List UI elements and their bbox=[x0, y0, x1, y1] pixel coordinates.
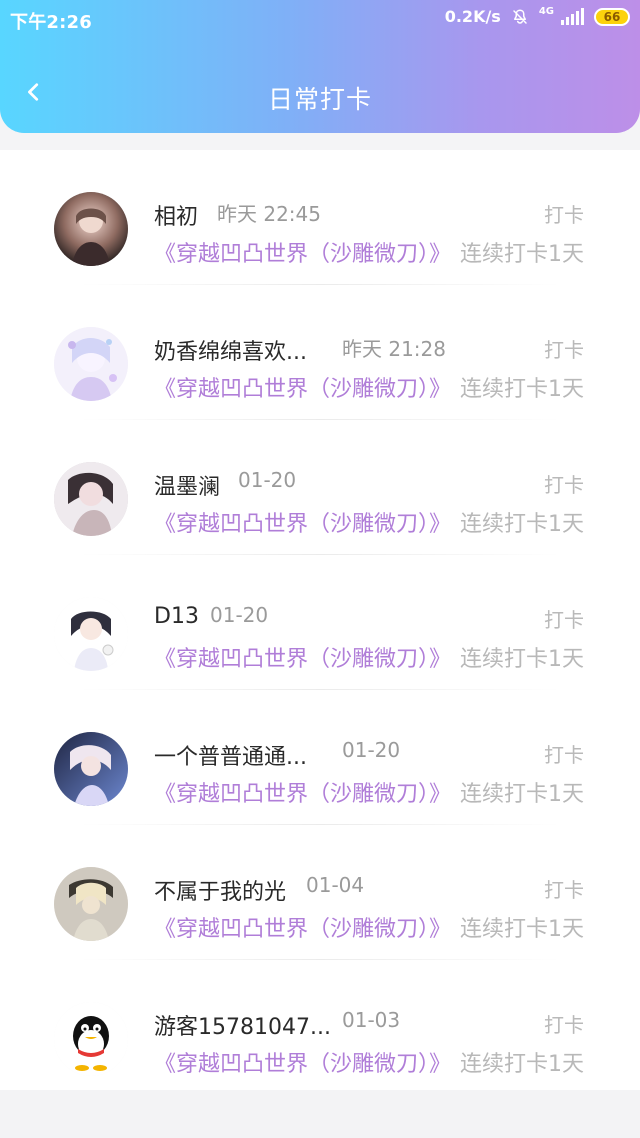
streak-text: 连续打卡1天 bbox=[460, 1052, 584, 1077]
status-bar: 下午2:26 0.2K/s 4G 66 bbox=[0, 0, 640, 42]
user-name: D13 bbox=[154, 604, 199, 629]
checkin-row[interactable]: 一个普普通通... 01-20 打卡 《穿越凹凸世界（沙雕微刀）》 连续打卡1天 bbox=[0, 690, 640, 825]
signal-icon bbox=[560, 7, 584, 26]
user-name: 游客15781047... bbox=[154, 1015, 331, 1040]
checkin-time: 昨天 22:45 bbox=[217, 202, 321, 226]
book-title[interactable]: 《穿越凹凸世界（沙雕微刀）》 bbox=[154, 776, 451, 808]
avatar[interactable] bbox=[54, 462, 128, 536]
checkin-row[interactable]: 奶香绵绵喜欢... 昨天 21:28 打卡 《穿越凹凸世界（沙雕微刀）》 连续打… bbox=[0, 285, 640, 420]
checkin-action: 打卡 bbox=[544, 743, 584, 767]
checkin-time: 01-20 bbox=[238, 468, 297, 492]
status-time: 下午2:26 bbox=[10, 12, 92, 33]
checkin-list: 相初 昨天 22:45 打卡 《穿越凹凸世界（沙雕微刀）》 连续打卡1天 奶香绵… bbox=[0, 150, 640, 1090]
streak-text: 连续打卡1天 bbox=[460, 377, 584, 402]
checkin-action: 打卡 bbox=[544, 878, 584, 902]
avatar[interactable] bbox=[54, 1002, 128, 1076]
checkin-row[interactable]: 不属于我的光 01-04 打卡 《穿越凹凸世界（沙雕微刀）》 连续打卡1天 bbox=[0, 825, 640, 960]
network-speed: 0.2K/s bbox=[444, 7, 501, 26]
user-name: 不属于我的光 bbox=[154, 880, 287, 905]
bell-off-icon bbox=[511, 8, 529, 26]
book-title[interactable]: 《穿越凹凸世界（沙雕微刀）》 bbox=[154, 506, 451, 538]
status-right: 0.2K/s 4G 66 bbox=[444, 6, 630, 26]
user-name: 温墨澜 bbox=[154, 475, 221, 500]
checkin-action: 打卡 bbox=[544, 473, 584, 497]
avatar[interactable] bbox=[54, 192, 128, 266]
checkin-action: 打卡 bbox=[544, 1013, 584, 1037]
bottom-strip bbox=[0, 1090, 640, 1138]
book-title[interactable]: 《穿越凹凸世界（沙雕微刀）》 bbox=[154, 1046, 451, 1078]
avatar[interactable] bbox=[54, 867, 128, 941]
battery-level: 66 bbox=[603, 9, 621, 24]
checkin-row[interactable]: 相初 昨天 22:45 打卡 《穿越凹凸世界（沙雕微刀）》 连续打卡1天 bbox=[0, 150, 640, 285]
user-name: 一个普普通通... bbox=[154, 745, 307, 770]
user-name: 相初 bbox=[154, 205, 199, 230]
checkin-time: 01-20 bbox=[210, 603, 269, 627]
streak-text: 连续打卡1天 bbox=[460, 647, 584, 672]
book-title[interactable]: 《穿越凹凸世界（沙雕微刀）》 bbox=[154, 371, 451, 403]
network-label: 4G bbox=[538, 6, 554, 17]
streak-text: 连续打卡1天 bbox=[460, 782, 584, 807]
checkin-row[interactable]: 游客15781047... 01-03 打卡 《穿越凹凸世界（沙雕微刀）》 连续… bbox=[0, 960, 640, 1095]
checkin-row[interactable]: D13 01-20 打卡 《穿越凹凸世界（沙雕微刀）》 连续打卡1天 bbox=[0, 555, 640, 690]
book-title[interactable]: 《穿越凹凸世界（沙雕微刀）》 bbox=[154, 236, 451, 268]
avatar[interactable] bbox=[54, 327, 128, 401]
avatar[interactable] bbox=[54, 732, 128, 806]
streak-text: 连续打卡1天 bbox=[460, 917, 584, 942]
header: 下午2:26 0.2K/s 4G 66 日常打卡 bbox=[0, 0, 640, 133]
checkin-time: 01-20 bbox=[342, 738, 401, 762]
avatar[interactable] bbox=[54, 597, 128, 671]
book-title[interactable]: 《穿越凹凸世界（沙雕微刀）》 bbox=[154, 641, 451, 673]
checkin-time: 01-03 bbox=[342, 1008, 401, 1032]
page-title: 日常打卡 bbox=[267, 85, 372, 114]
battery-icon: 66 bbox=[594, 7, 630, 26]
streak-text: 连续打卡1天 bbox=[460, 512, 584, 537]
checkin-action: 打卡 bbox=[544, 338, 584, 362]
streak-text: 连续打卡1天 bbox=[460, 242, 584, 267]
checkin-action: 打卡 bbox=[544, 203, 584, 227]
checkin-time: 昨天 21:28 bbox=[342, 337, 446, 361]
book-title[interactable]: 《穿越凹凸世界（沙雕微刀）》 bbox=[154, 911, 451, 943]
checkin-action: 打卡 bbox=[544, 608, 584, 632]
checkin-time: 01-04 bbox=[306, 873, 365, 897]
checkin-row[interactable]: 温墨澜 01-20 打卡 《穿越凹凸世界（沙雕微刀）》 连续打卡1天 bbox=[0, 420, 640, 555]
user-name: 奶香绵绵喜欢... bbox=[154, 340, 307, 365]
top-navbar: 日常打卡 bbox=[0, 58, 640, 133]
